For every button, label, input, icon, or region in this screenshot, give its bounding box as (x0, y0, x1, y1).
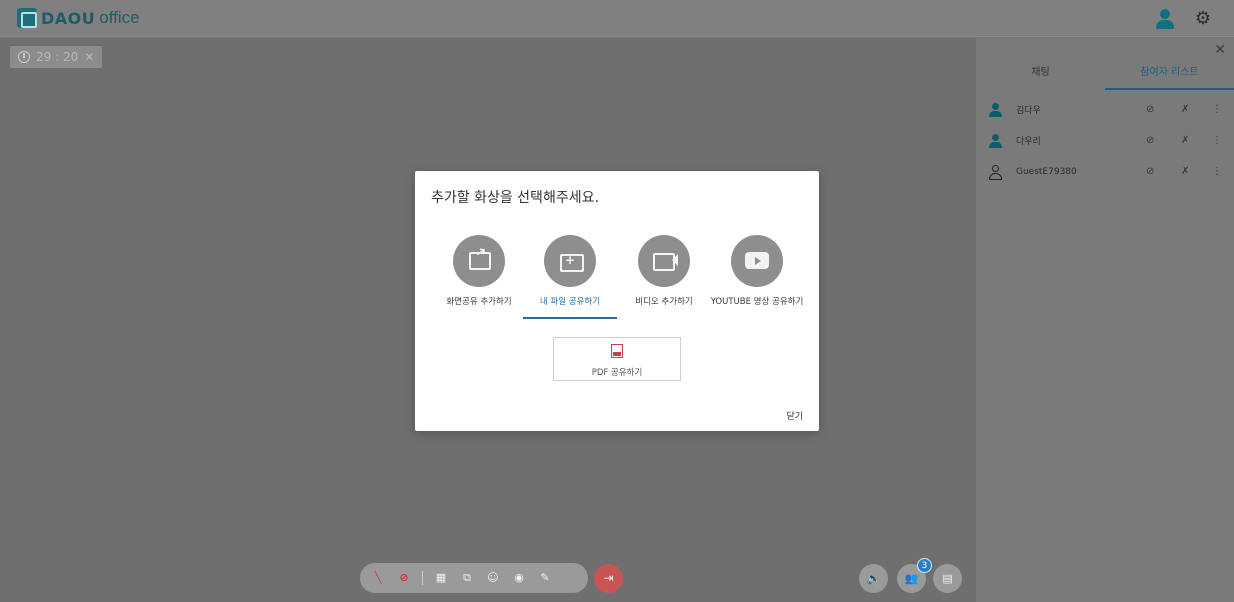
active-underline (523, 317, 617, 319)
option-screen-share[interactable]: 화면공유 추가하기 (431, 235, 527, 308)
chat-button[interactable]: ▤ (933, 564, 962, 593)
participant-row: 다우리 ⊘ ✗ ⋮ (976, 125, 1234, 156)
panel-tabs: 채팅 참여자 리스트 (976, 62, 1234, 90)
toolbar-divider (422, 571, 423, 585)
emoji-icon[interactable]: ☺ (485, 570, 501, 586)
participant-count-badge: 3 (917, 558, 932, 573)
mic-off-icon[interactable]: ╲ (370, 570, 386, 586)
speaker-button[interactable]: 🔈 (859, 564, 888, 593)
modal-close-button[interactable]: 닫기 (786, 409, 803, 422)
mic-off-icon[interactable]: ✗ (1181, 166, 1189, 177)
grid-view-icon[interactable]: ▦ (433, 570, 449, 586)
option-label: 내 파일 공유하기 (539, 297, 601, 307)
timer-close-icon[interactable]: ✕ (84, 46, 94, 68)
participant-name: 김다우 (1016, 106, 1041, 116)
avatar-icon (988, 133, 1002, 148)
participant-name: GuestE79380 (1016, 166, 1077, 177)
pdf-share-button[interactable]: PDF 공유하기 (553, 337, 681, 381)
meeting-toolbar: ╲ ⊘ ▦ ⧉ ☺ ◉ ✎ (360, 563, 588, 593)
add-screen-icon[interactable]: ⧉ (459, 570, 475, 586)
user-icon[interactable] (1154, 8, 1176, 30)
logo-text-bold: DAOU (41, 8, 96, 28)
mic-off-icon[interactable]: ✗ (1181, 104, 1189, 115)
option-file-share[interactable]: 내 파일 공유하기 (522, 235, 618, 319)
logo-text-light: office (99, 8, 140, 27)
timer-text: 29 : 20 (36, 50, 79, 64)
share-screen-icon (453, 235, 505, 287)
gear-icon[interactable]: ⚙ (1192, 8, 1214, 30)
pdf-share-label: PDF 공유하기 (591, 368, 643, 378)
logo-icon (17, 8, 37, 28)
participants-panel: ✕ 채팅 참여자 리스트 김다우 ⊘ ✗ ⋮ 다우리 ⊘ ✗ ⋮ GuestE7… (976, 38, 1234, 602)
participant-row: 김다우 ⊘ ✗ ⋮ (976, 94, 1234, 125)
option-group: 화면공유 추가하기 내 파일 공유하기 비디오 추가하기 YOUTUBE 영상 … (415, 235, 819, 329)
more-icon[interactable]: ⋮ (1212, 135, 1222, 146)
participant-list: 김다우 ⊘ ✗ ⋮ 다우리 ⊘ ✗ ⋮ GuestE79380 ⊘ ✗ ⋮ (976, 94, 1234, 187)
more-icon[interactable]: ⋮ (1212, 104, 1222, 115)
camera-off-icon[interactable]: ⊘ (1146, 135, 1154, 146)
exit-meeting-button[interactable]: ⇥ (594, 564, 623, 593)
meeting-timer: 29 : 20 ✕ (10, 46, 103, 68)
clock-icon (18, 51, 30, 63)
tab-participants[interactable]: 참여자 리스트 (1105, 62, 1234, 90)
panel-close-icon[interactable]: ✕ (1214, 42, 1226, 58)
mic-off-icon[interactable]: ✗ (1181, 135, 1189, 146)
record-icon[interactable]: ◉ (511, 570, 527, 586)
header: DAOU office ⚙ (0, 0, 1234, 37)
option-youtube-share[interactable]: YOUTUBE 영상 공유하기 (709, 235, 805, 308)
more-icon[interactable]: ⋮ (1212, 166, 1222, 177)
participant-name: 다우리 (1016, 137, 1041, 147)
participant-row: GuestE79380 ⊘ ✗ ⋮ (976, 156, 1234, 187)
video-add-icon (638, 235, 690, 287)
camera-off-icon[interactable]: ⊘ (1146, 104, 1154, 115)
file-share-icon (544, 235, 596, 287)
tab-chat[interactable]: 채팅 (976, 62, 1105, 90)
app: DAOU office ⚙ 29 : 20 ✕ ✕ 채팅 참여자 리스트 김다우… (0, 0, 1234, 602)
youtube-icon (731, 235, 783, 287)
option-label: 비디오 추가하기 (635, 297, 693, 307)
avatar-icon (988, 164, 1002, 180)
header-icons: ⚙ (1154, 8, 1214, 30)
option-label: 화면공유 추가하기 (446, 297, 512, 307)
avatar-icon (988, 102, 1002, 117)
modal-title: 추가할 화상을 선택해주세요. (431, 190, 599, 206)
option-label: YOUTUBE 영상 공유하기 (710, 297, 804, 307)
camera-off-icon[interactable]: ⊘ (396, 570, 412, 586)
option-video-add[interactable]: 비디오 추가하기 (616, 235, 712, 308)
camera-off-icon[interactable]: ⊘ (1146, 166, 1154, 177)
pdf-icon (611, 344, 623, 358)
logo[interactable]: DAOU office (17, 7, 140, 29)
pen-icon[interactable]: ✎ (537, 570, 553, 586)
add-screen-modal: 추가할 화상을 선택해주세요. 화면공유 추가하기 내 파일 공유하기 비디오 … (415, 171, 819, 431)
